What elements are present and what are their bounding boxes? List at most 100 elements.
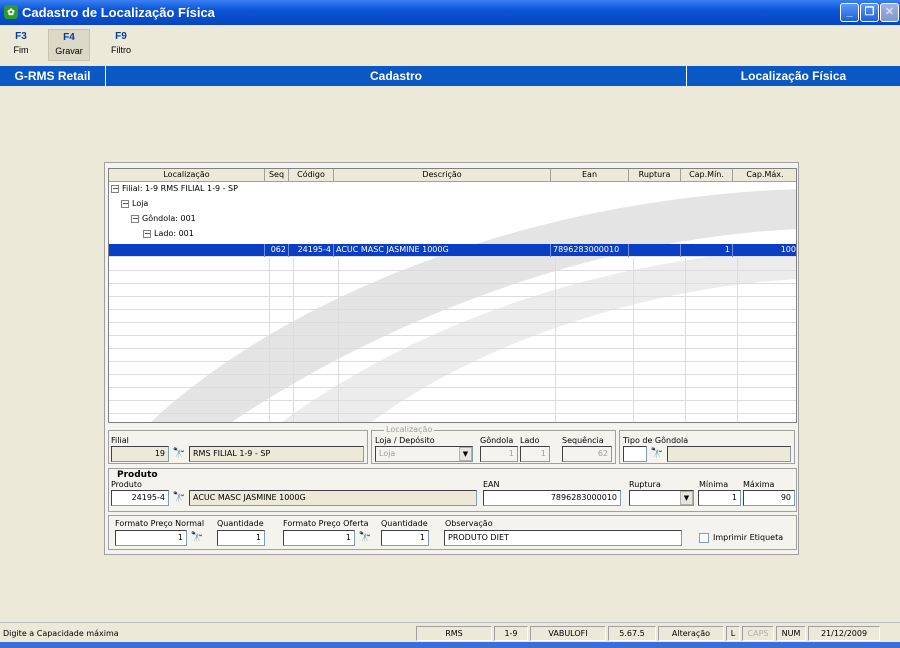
taskbar-strip	[0, 642, 900, 648]
col-seq[interactable]: Seq	[265, 169, 289, 182]
binoculars-icon[interactable]: 🔭	[189, 531, 205, 545]
table-row[interactable]	[109, 310, 796, 323]
cell	[265, 297, 270, 310]
quantidade-oferta-field[interactable]: 1	[381, 530, 429, 546]
table-row[interactable]	[109, 271, 796, 284]
cell-capmax: 100	[780, 245, 796, 254]
quantidade-normal-field[interactable]: 1	[217, 530, 265, 546]
gondola-field[interactable]: 1	[480, 446, 518, 462]
header-screen: Localização Física	[740, 69, 847, 83]
table-row[interactable]	[109, 336, 796, 349]
sequencia-field[interactable]: 62	[562, 446, 612, 462]
cell	[681, 375, 686, 388]
formato-preco-normal-label: Formato Preço Normal	[115, 519, 205, 528]
maximize-button[interactable]: ❐	[860, 3, 879, 22]
filtro-button[interactable]: F9 Filtro	[104, 29, 138, 61]
tree-loja[interactable]: − Loja	[121, 199, 148, 212]
fim-button[interactable]: F3 Fim	[4, 29, 38, 61]
table-row[interactable]	[109, 375, 796, 388]
minima-field[interactable]: 1	[698, 490, 741, 506]
collapse-icon[interactable]: −	[121, 199, 129, 208]
formato-preco-oferta-label: Formato Preço Oferta	[283, 519, 369, 528]
cell	[289, 323, 294, 336]
cell	[551, 349, 556, 362]
col-ean[interactable]: Ean	[551, 169, 629, 182]
tree-filial[interactable]: − Filial: 1-9 RMS FILIAL 1-9 - SP	[111, 184, 238, 197]
tree-gondola[interactable]: − Gôndola: 001	[131, 214, 196, 227]
filial-code-field[interactable]: 19	[111, 446, 169, 462]
cell	[733, 310, 738, 323]
table-row[interactable]	[109, 258, 796, 271]
tree-lado[interactable]: − Lado: 001	[143, 229, 194, 242]
binoculars-icon[interactable]: 🔭	[171, 491, 187, 505]
filial-name-field: RMS FILIAL 1-9 - SP	[189, 446, 364, 462]
cell	[733, 388, 738, 401]
ean-field[interactable]: 7896283000010	[483, 490, 621, 506]
table-row[interactable]	[109, 323, 796, 336]
precos-group: Formato Preço Normal 1 🔭 Quantidade 1 Fo…	[108, 515, 797, 550]
status-message: Digite a Capacidade máxima	[3, 629, 119, 638]
main-panel: Localização Seq Código Descrição Ean Rup…	[104, 162, 799, 555]
status-mode: Alteração	[658, 626, 724, 641]
lado-field[interactable]: 1	[520, 446, 550, 462]
cell-seq: 062	[265, 244, 289, 257]
table-row[interactable]	[109, 414, 796, 422]
maxima-field[interactable]: 90	[743, 490, 795, 506]
col-capmin[interactable]: Cap.Mín.	[681, 169, 733, 182]
table-row[interactable]	[109, 362, 796, 375]
cell	[733, 362, 738, 375]
col-ruptura[interactable]: Ruptura	[629, 169, 681, 182]
collapse-icon[interactable]: −	[111, 184, 119, 193]
binoculars-icon[interactable]: 🔭	[357, 531, 373, 545]
tree-filial-label: Filial: 1-9 RMS FILIAL 1-9 - SP	[122, 184, 238, 193]
cell	[629, 375, 634, 388]
table-row[interactable]	[109, 401, 796, 414]
observacao-field[interactable]: PRODUTO DIET	[444, 530, 682, 546]
produto-label: Produto	[111, 480, 142, 489]
col-codigo[interactable]: Código	[289, 169, 334, 182]
cell	[733, 349, 738, 362]
gravar-button[interactable]: F4 Gravar	[48, 29, 90, 61]
cell	[289, 297, 294, 310]
quantidade-oferta-label: Quantidade	[381, 519, 428, 528]
table-row[interactable]	[109, 388, 796, 401]
collapse-icon[interactable]: −	[131, 214, 139, 223]
formato-preco-normal-field[interactable]: 1	[115, 530, 187, 546]
cell	[551, 310, 556, 323]
cell	[681, 284, 686, 297]
tipo-gondola-field[interactable]	[623, 446, 647, 462]
cell	[334, 401, 339, 414]
binoculars-icon[interactable]: 🔭	[171, 447, 187, 461]
cell	[551, 336, 556, 349]
imprimir-etiqueta-checkbox[interactable]	[699, 533, 709, 543]
table-row[interactable]	[109, 284, 796, 297]
status-user: VABULOFI	[530, 626, 606, 641]
table-row[interactable]	[109, 297, 796, 310]
cell	[733, 414, 738, 422]
produto-section-title: Produto	[117, 470, 158, 480]
binoculars-icon[interactable]: 🔭	[649, 447, 665, 461]
col-descricao[interactable]: Descrição	[334, 169, 551, 182]
minimize-button[interactable]: _	[840, 3, 859, 22]
chevron-down-icon[interactable]: ▼	[459, 447, 472, 461]
cell	[629, 414, 634, 422]
produto-code-field[interactable]: 24195-4	[111, 490, 169, 506]
tree-lado-label: Lado: 001	[154, 229, 194, 238]
cell	[629, 388, 634, 401]
quantidade-normal-label: Quantidade	[217, 519, 264, 528]
cell	[265, 258, 270, 271]
formato-preco-oferta-field[interactable]: 1	[283, 530, 355, 546]
col-localizacao[interactable]: Localização	[109, 169, 265, 182]
table-row[interactable]	[109, 349, 796, 362]
localizacao-grid[interactable]: Localização Seq Código Descrição Ean Rup…	[108, 168, 797, 423]
col-capmax[interactable]: Cap.Máx.	[733, 169, 796, 182]
cell	[681, 258, 686, 271]
cell	[334, 323, 339, 336]
chevron-down-icon[interactable]: ▼	[680, 491, 693, 505]
cell	[551, 414, 556, 422]
gravar-key: F4	[63, 32, 75, 43]
sequencia-label: Sequência	[562, 436, 604, 445]
table-row[interactable]: 062 24195-4 ACUC MASC JASMINE 1000G 7896…	[109, 244, 796, 257]
close-button[interactable]: ✕	[880, 3, 899, 22]
collapse-icon[interactable]: −	[143, 229, 151, 238]
